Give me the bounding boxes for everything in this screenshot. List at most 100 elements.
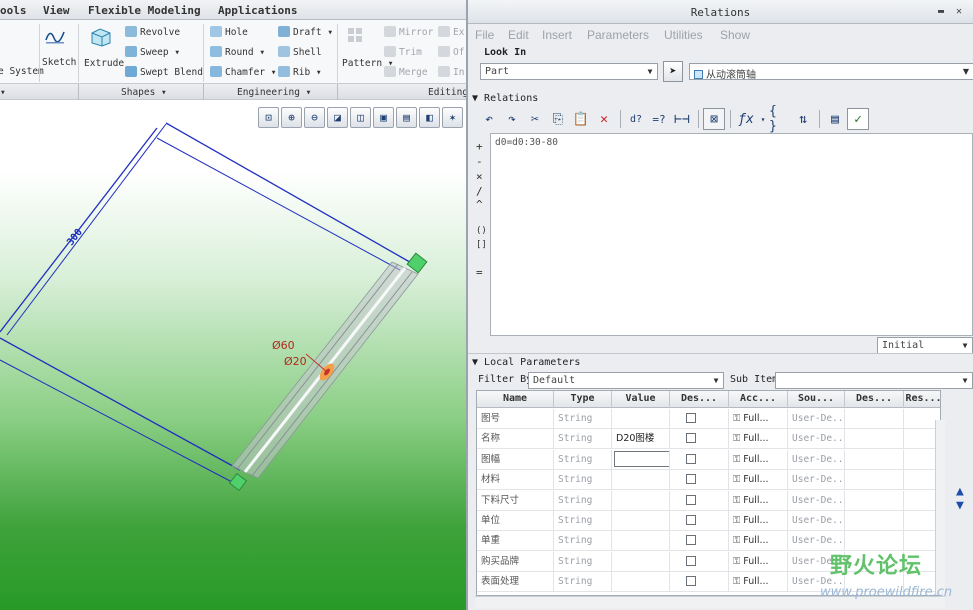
menu-file[interactable]: File xyxy=(475,28,494,42)
description-cell[interactable] xyxy=(845,490,904,511)
checkbox[interactable] xyxy=(686,413,696,423)
value-edit-field[interactable] xyxy=(614,450,669,467)
menu-edit[interactable]: Edit xyxy=(508,28,529,42)
relations-editor[interactable]: d0=d0:30-80 xyxy=(490,133,973,336)
checkbox[interactable] xyxy=(686,433,696,444)
checkbox[interactable] xyxy=(686,474,696,485)
table-row[interactable]: 图幅 String ⚿ Full... User-De... xyxy=(477,449,940,470)
table-row[interactable]: 图号 String ⚿ Full... User-De... xyxy=(477,409,940,429)
param-name-cell[interactable]: 图幅 xyxy=(477,449,554,470)
param-type-cell[interactable]: String xyxy=(554,470,612,491)
table-row[interactable]: 下料尺寸 String ⚿ Full... User-De... xyxy=(477,490,940,511)
round-button[interactable]: Round ▾ xyxy=(210,46,265,58)
param-value-cell[interactable] xyxy=(612,572,670,593)
merge-button[interactable]: Merge xyxy=(384,66,428,78)
minimize-icon[interactable]: ▬ xyxy=(938,6,944,17)
divide-operator-button[interactable]: / xyxy=(476,185,483,198)
chevron-down-icon[interactable]: ▾ xyxy=(758,108,768,130)
designate-checkbox[interactable] xyxy=(670,572,729,593)
repaint-icon[interactable]: ◪ xyxy=(327,107,348,128)
cut-icon[interactable]: ✂ xyxy=(524,108,546,130)
table-row[interactable]: 材料 String ⚿ Full... User-De... xyxy=(477,470,940,491)
view-manager-icon[interactable]: ▤ xyxy=(396,107,417,128)
column-value[interactable]: Value xyxy=(612,391,670,408)
plus-operator-button[interactable]: + xyxy=(476,140,483,153)
trim-button[interactable]: Trim xyxy=(384,46,422,58)
description-cell[interactable] xyxy=(845,449,904,470)
dimension-d20[interactable]: Ø20 xyxy=(284,355,307,368)
designate-checkbox[interactable] xyxy=(670,409,729,429)
access-cell[interactable]: ⚿ Full... xyxy=(729,449,788,470)
sketch-button[interactable]: Sketch xyxy=(42,57,76,68)
param-type-cell[interactable]: String xyxy=(554,490,612,511)
checkbox[interactable] xyxy=(686,494,696,505)
pattern-icon[interactable] xyxy=(346,26,370,51)
menu-utilities[interactable]: Utilities xyxy=(664,28,703,42)
undo-icon[interactable]: ↶ xyxy=(478,108,500,130)
column-source[interactable]: Sou... xyxy=(788,391,845,408)
description-cell[interactable] xyxy=(845,470,904,491)
source-cell[interactable]: User-De... xyxy=(788,429,845,450)
access-cell[interactable]: ⚿ Full... xyxy=(729,429,788,450)
delete-icon[interactable]: ✕ xyxy=(593,108,615,130)
param-name-cell[interactable]: 购买品牌 xyxy=(477,551,554,572)
copy-icon[interactable]: ⎘ xyxy=(547,108,569,130)
minus-operator-button[interactable]: - xyxy=(476,155,483,168)
param-type-cell[interactable]: String xyxy=(554,572,612,593)
menu-show[interactable]: Show xyxy=(720,28,750,42)
param-type-cell[interactable]: String xyxy=(554,531,612,552)
spin-center-icon[interactable]: ✶ xyxy=(442,107,463,128)
datum-display-icon[interactable]: ◧ xyxy=(419,107,440,128)
function-icon[interactable]: ƒx xyxy=(735,108,757,130)
checkbox[interactable] xyxy=(686,453,696,464)
param-name-cell[interactable]: 图号 xyxy=(477,409,554,429)
sweep-button[interactable]: Sweep ▾ xyxy=(125,46,180,58)
source-cell[interactable]: User-De... xyxy=(788,409,845,429)
column-designate[interactable]: Des... xyxy=(670,391,729,408)
column-type[interactable]: Type xyxy=(554,391,612,408)
tab-tools[interactable]: ools xyxy=(0,4,27,17)
extend-button[interactable]: Ex xyxy=(438,26,464,38)
rib-button[interactable]: Rib ▾ xyxy=(278,66,322,78)
hole-button[interactable]: Hole xyxy=(210,26,248,38)
execute-icon[interactable]: ▤ xyxy=(824,108,846,130)
param-type-cell[interactable]: String xyxy=(554,551,612,572)
tab-flexible-modeling[interactable]: Flexible Modeling xyxy=(88,4,201,17)
param-name-cell[interactable]: 下料尺寸 xyxy=(477,490,554,511)
source-cell[interactable]: User-De... xyxy=(788,470,845,491)
check-icon[interactable]: ✓ xyxy=(847,108,869,130)
designate-checkbox[interactable] xyxy=(670,511,729,531)
display-style-icon[interactable]: ◫ xyxy=(350,107,371,128)
menu-insert[interactable]: Insert xyxy=(542,28,572,42)
description-cell[interactable] xyxy=(845,409,904,429)
sketch-icon[interactable] xyxy=(44,26,68,49)
designate-checkbox[interactable] xyxy=(670,531,729,552)
refit-icon[interactable]: ⊡ xyxy=(258,107,279,128)
param-value-cell[interactable] xyxy=(612,449,670,470)
local-parameters-section-header[interactable]: ▼ Local Parameters xyxy=(472,357,580,368)
designate-checkbox[interactable] xyxy=(670,470,729,491)
extrude-button[interactable]: Extrude xyxy=(84,58,124,69)
tab-applications[interactable]: Applications xyxy=(218,4,297,17)
access-cell[interactable]: ⚿ Full... xyxy=(729,551,788,572)
access-cell[interactable]: ⚿ Full... xyxy=(729,572,788,593)
equals-operator-button[interactable]: = xyxy=(476,266,483,279)
checkbox[interactable] xyxy=(686,576,696,587)
saved-orientations-icon[interactable]: ▣ xyxy=(373,107,394,128)
sub-items-select[interactable]: ▼ xyxy=(775,372,973,389)
checkbox[interactable] xyxy=(686,515,696,525)
chamfer-button[interactable]: Chamfer ▾ xyxy=(210,66,277,78)
look-in-type-select[interactable]: Part ▼ xyxy=(480,63,658,80)
param-value-cell[interactable] xyxy=(612,531,670,552)
checkbox[interactable] xyxy=(686,535,696,546)
extrude-icon[interactable] xyxy=(88,25,114,50)
param-type-cell[interactable]: String xyxy=(554,429,612,450)
param-name-cell[interactable]: 表面处理 xyxy=(477,572,554,593)
access-cell[interactable]: ⚿ Full... xyxy=(729,470,788,491)
column-access[interactable]: Acc... xyxy=(729,391,788,408)
menu-parameters[interactable]: Parameters xyxy=(587,28,649,42)
power-operator-button[interactable]: ^ xyxy=(476,198,483,211)
access-cell[interactable]: ⚿ Full... xyxy=(729,511,788,531)
param-value-cell[interactable] xyxy=(612,409,670,429)
zoom-in-icon[interactable]: ⊕ xyxy=(281,107,302,128)
